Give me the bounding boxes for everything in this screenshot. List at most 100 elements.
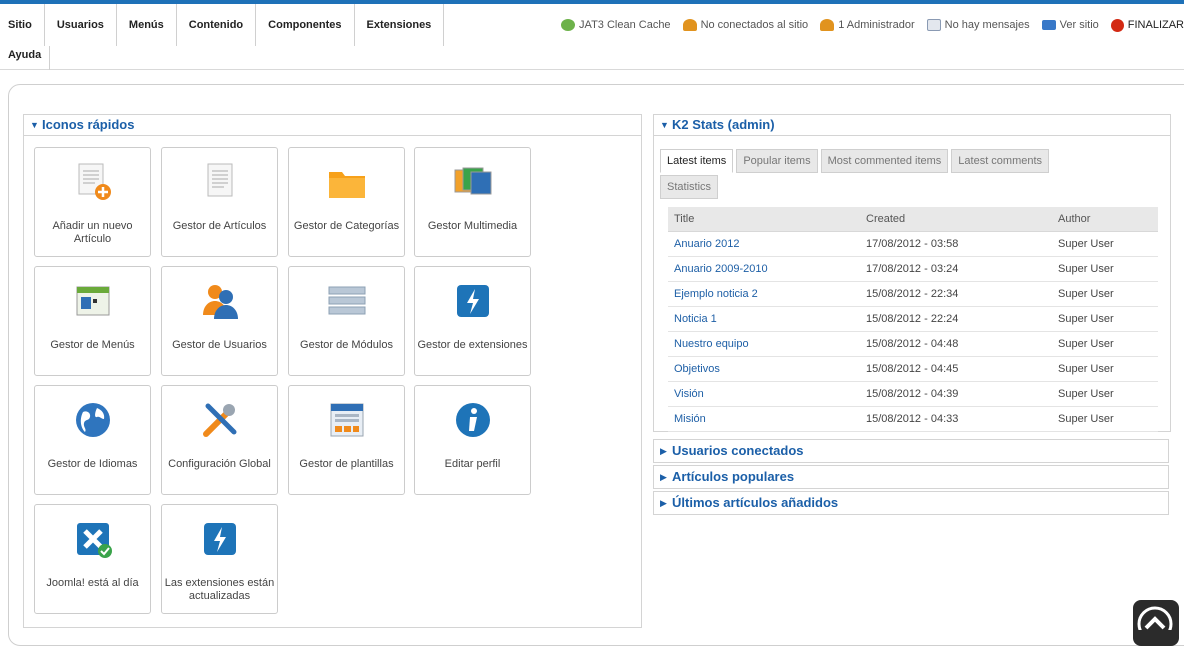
item-title-link[interactable]: Anuario 2009-2010 (668, 256, 860, 282)
scroll-to-top-button[interactable] (1133, 600, 1179, 646)
quick-icon-new-article[interactable]: Añadir un nuevo Artículo (34, 147, 151, 257)
table-row: Ejemplo noticia 2 15/08/2012 - 22:34 Sup… (668, 281, 1158, 307)
expand-arrow-icon: ▶ (660, 472, 667, 482)
quick-icon-modules[interactable]: Gestor de Módulos (288, 266, 405, 376)
logout-icon (1110, 18, 1124, 32)
item-author: Super User (1052, 256, 1158, 282)
quick-icon-label: Gestor Multimedia (427, 220, 518, 232)
table-row: Visión 15/08/2012 - 04:39 Super User (668, 381, 1158, 407)
panel-usuarios-conectados[interactable]: ▶ Usuarios conectados (653, 439, 1169, 463)
quick-icon-label: Gestor de Módulos (300, 339, 393, 351)
item-title-link[interactable]: Noticia 1 (668, 306, 860, 332)
tools-icon (203, 403, 237, 437)
item-author: Super User (1052, 331, 1158, 357)
tab-most-commented[interactable]: Most commented items (820, 149, 949, 173)
users-online-status[interactable]: No conectados al sitio (682, 19, 808, 31)
messages-label: No hay mensajes (944, 19, 1030, 31)
table-row: Anuario 2009-2010 17/08/2012 - 03:24 Sup… (668, 256, 1158, 282)
item-created: 15/08/2012 - 04:39 (860, 381, 1052, 407)
panel-header[interactable]: ▶ Últimos artículos añadidos (654, 492, 1168, 514)
joomla-check-icon (77, 523, 112, 558)
quick-icon-templates[interactable]: Gestor de plantillas (288, 385, 405, 495)
panel-title: Artículos populares (672, 469, 795, 484)
jat-clean-cache-link[interactable]: JAT3 Clean Cache (561, 19, 671, 31)
view-site-link[interactable]: Ver sitio (1041, 19, 1099, 31)
tab-popular-items[interactable]: Popular items (736, 149, 818, 173)
table-header-row: Title Created Author (668, 207, 1158, 232)
item-created: 15/08/2012 - 04:45 (860, 356, 1052, 382)
quick-icon-extensions[interactable]: Gestor de extensiones (414, 266, 531, 376)
panel-title: Últimos artículos añadidos (672, 495, 839, 510)
column-title: Title (668, 207, 860, 232)
menu-contenido[interactable]: Contenido (177, 4, 257, 46)
quick-icon-users[interactable]: Gestor de Usuarios (161, 266, 278, 376)
quick-icon-joomla-update[interactable]: Joomla! está al día (34, 504, 151, 614)
menu-usuarios[interactable]: Usuarios (45, 4, 117, 46)
quick-icons-header[interactable]: ▼ Iconos rápidos (24, 115, 641, 136)
quick-icon-label: Gestor de plantillas (299, 458, 394, 470)
users-icon (203, 285, 238, 319)
collapse-arrow-icon: ▼ (30, 120, 39, 130)
menu-sitio[interactable]: Sitio (0, 4, 45, 46)
item-title-link[interactable]: Visión (668, 381, 860, 407)
quick-icon-languages[interactable]: Gestor de Idiomas (34, 385, 151, 495)
tab-latest-items[interactable]: Latest items (660, 149, 734, 173)
table-row: Nuestro equipo 15/08/2012 - 04:48 Super … (668, 331, 1158, 357)
quick-icon-articles[interactable]: Gestor de Artículos (161, 147, 278, 257)
quick-icon-categories[interactable]: Gestor de Categorías (288, 147, 405, 257)
item-author: Super User (1052, 231, 1158, 257)
quick-icon-media[interactable]: Gestor Multimedia (414, 147, 531, 257)
k2-stats-title: K2 Stats (admin) (672, 117, 775, 132)
table-row: Misión 15/08/2012 - 04:33 Super User (668, 406, 1158, 432)
menu-extensiones[interactable]: Extensiones (355, 4, 445, 46)
k2-stats-header[interactable]: ▼ K2 Stats (admin) (654, 115, 1170, 136)
admin-icon (820, 19, 835, 31)
quick-icon-label: Añadir un nuevo Artículo (52, 220, 133, 245)
new-article-icon (78, 163, 111, 200)
quick-icon-label: Las extensiones están actualizadas (164, 577, 275, 602)
k2-stats-panel: ▼ K2 Stats (admin) Latest items Popular i… (653, 114, 1171, 432)
admins-status[interactable]: 1 Administrador (820, 19, 915, 31)
quick-icon-label: Joomla! está al día (46, 577, 139, 589)
logout-link[interactable]: FINALIZAR (1110, 18, 1184, 32)
quick-icon-extensions-update[interactable]: Las extensiones están actualizadas (161, 504, 278, 614)
main-menu-row2: Ayuda (0, 46, 51, 70)
admins-label: 1 Administrador (838, 19, 915, 31)
menu-componentes[interactable]: Componentes (256, 4, 355, 46)
table-row: Noticia 1 15/08/2012 - 22:24 Super User (668, 306, 1158, 332)
panel-header[interactable]: ▶ Usuarios conectados (654, 440, 1168, 462)
menu-ayuda[interactable]: Ayuda (0, 46, 51, 70)
panel-header[interactable]: ▶ Artículos populares (654, 466, 1168, 488)
templates-icon (330, 403, 364, 437)
item-created: 15/08/2012 - 04:33 (860, 406, 1052, 432)
status-bar: JAT3 Clean Cache No conectados al sitio … (549, 4, 1184, 46)
item-title-link[interactable]: Ejemplo noticia 2 (668, 281, 860, 307)
table-row: Anuario 2012 17/08/2012 - 03:58 Super Us… (668, 231, 1158, 257)
quick-icon-global-config[interactable]: Configuración Global (161, 385, 278, 495)
item-title-link[interactable]: Objetivos (668, 356, 860, 382)
up-arrow-icon (1137, 606, 1173, 642)
quick-icon-menus[interactable]: Gestor de Menús (34, 266, 151, 376)
folder-icon (329, 172, 365, 198)
articles-icon (207, 163, 233, 197)
item-author: Super User (1052, 306, 1158, 332)
item-title-link[interactable]: Anuario 2012 (668, 231, 860, 257)
quick-icon-label: Gestor de Usuarios (172, 339, 267, 351)
tab-latest-comments[interactable]: Latest comments (951, 149, 1050, 173)
item-author: Super User (1052, 381, 1158, 407)
quick-icon-label: Configuración Global (168, 458, 271, 470)
panel-ultimos-articulos[interactable]: ▶ Últimos artículos añadidos (653, 491, 1169, 515)
item-title-link[interactable]: Misión (668, 406, 860, 432)
item-created: 17/08/2012 - 03:24 (860, 256, 1052, 282)
panel-articulos-populares[interactable]: ▶ Artículos populares (653, 465, 1169, 489)
item-title-link[interactable]: Nuestro equipo (668, 331, 860, 357)
tab-statistics[interactable]: Statistics (660, 175, 719, 199)
item-created: 17/08/2012 - 03:58 (860, 231, 1052, 257)
column-author: Author (1052, 207, 1158, 232)
extensions-icon (457, 285, 489, 317)
item-author: Super User (1052, 406, 1158, 432)
messages-status[interactable]: No hay mensajes (926, 19, 1030, 31)
menu-menus[interactable]: Menús (117, 4, 177, 46)
quick-icon-label: Gestor de Menús (50, 339, 135, 351)
quick-icon-edit-profile[interactable]: Editar perfil (414, 385, 531, 495)
